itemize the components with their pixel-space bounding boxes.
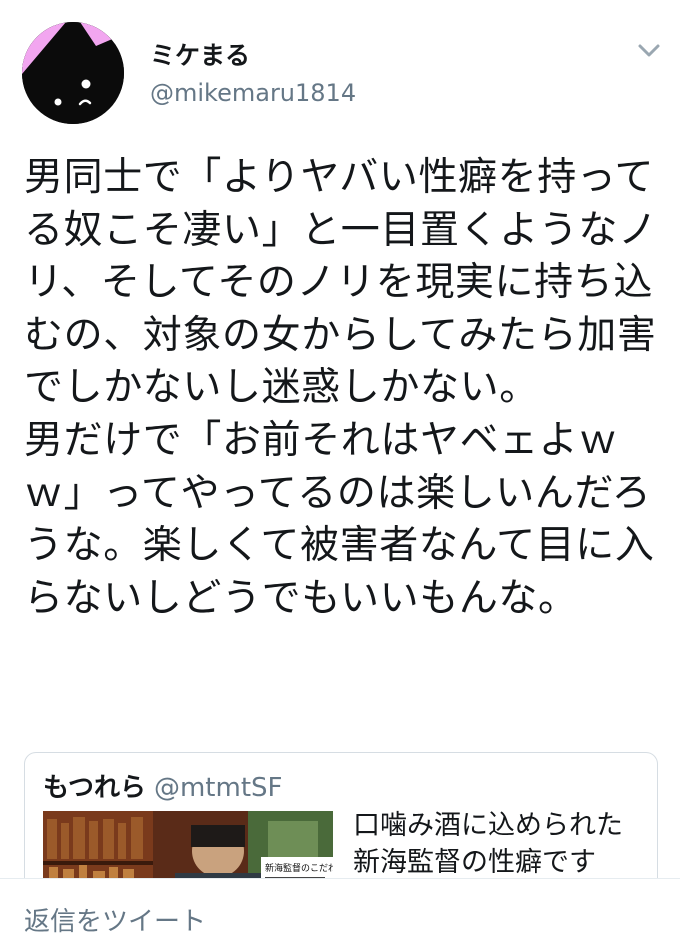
chevron-down-icon[interactable] — [632, 36, 666, 64]
black-cat-avatar-icon — [22, 22, 124, 124]
author-display-name[interactable]: ミケまる — [150, 36, 250, 72]
tweet: ミケまる @mikemaru1814 男同士で「よりヤバい性癖を持ってる奴こそ凄… — [0, 0, 680, 914]
quoted-display-name: もつれら — [43, 773, 146, 803]
author-handle[interactable]: @mikemaru1814 — [150, 79, 356, 107]
quoted-handle: @mtmtSF — [153, 773, 283, 803]
reply-composer-bar: 返信をツイート — [0, 878, 680, 952]
thumbnail-caption-text: 新海監督のこだわり — [265, 862, 333, 874]
avatar[interactable] — [22, 22, 124, 124]
tweet-text: 男同士で「よりヤバい性癖を持ってる奴こそ凄い」と一目置くようなノリ、そしてそのノ… — [24, 155, 658, 621]
reply-input[interactable]: 返信をツイート — [24, 901, 206, 938]
quoted-tweet-header: もつれら @mtmtSF — [43, 767, 282, 804]
quoted-tweet-text: 口噛み酒に込められた 新海監督の性癖です — [353, 810, 623, 878]
